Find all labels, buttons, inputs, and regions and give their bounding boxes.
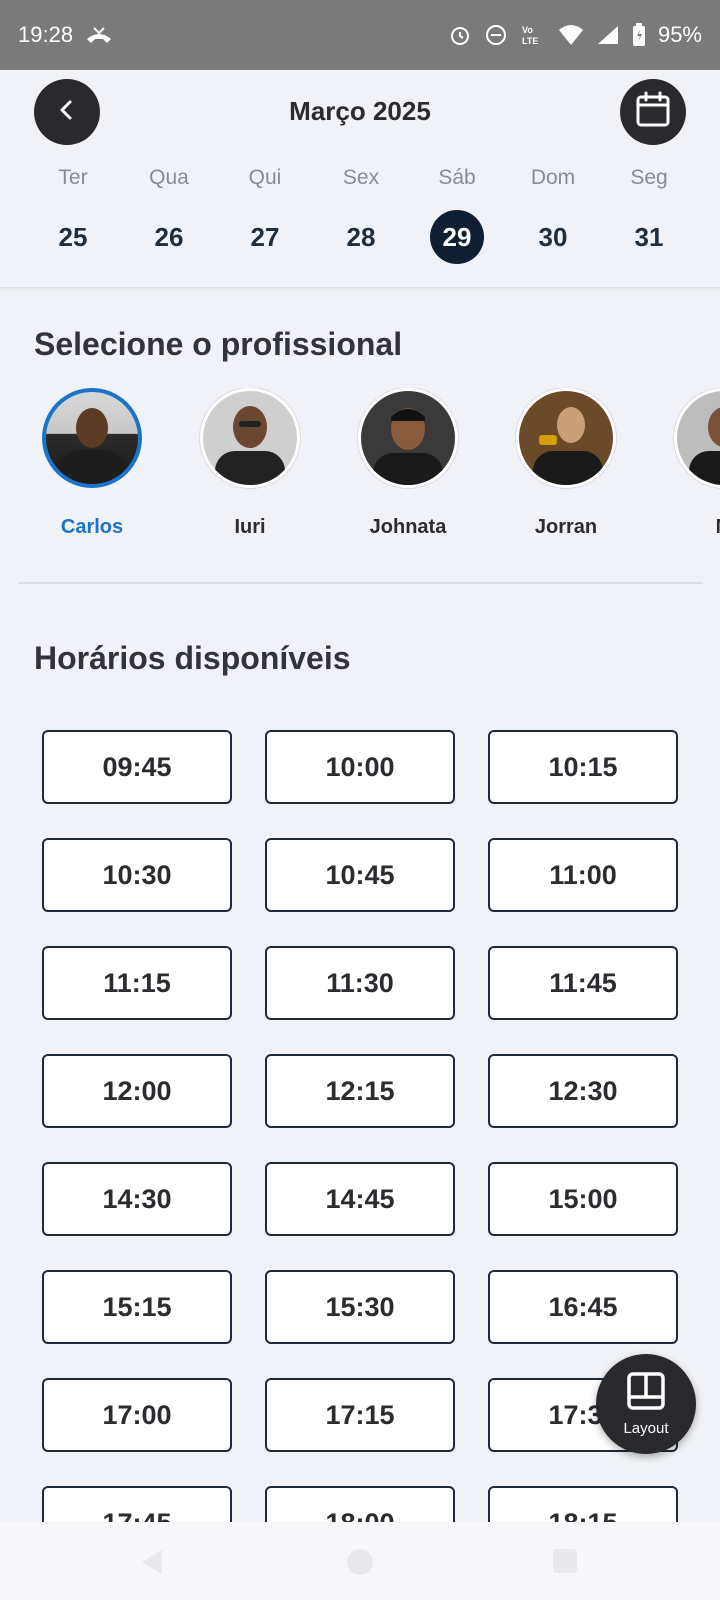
system-nav-bar: [0, 1522, 720, 1600]
month-title: Março 2025: [289, 96, 431, 126]
day-name: Ter: [58, 166, 88, 189]
day-name: Sex: [342, 166, 380, 189]
time-slots-grid: 09:45 10:00 10:15 10:30 10:45 11:00 11:1…: [42, 730, 682, 1522]
time-slot-button[interactable]: 15:15: [42, 1270, 232, 1344]
times-title: Horários disponíveis: [34, 640, 351, 676]
day-number: 31: [634, 221, 664, 252]
day-mon-31[interactable]: Seg 31: [609, 166, 689, 264]
day-name: Dom: [530, 166, 576, 189]
avatar: [358, 388, 458, 488]
day-sat-29[interactable]: Sáb 29: [417, 166, 497, 264]
time-slot-button[interactable]: 10:45: [265, 838, 455, 912]
day-name: Seg: [630, 166, 668, 189]
day-number: 26: [154, 221, 184, 252]
avatar: [516, 388, 616, 488]
professional-name: Carlos: [60, 516, 124, 538]
day-number: 25: [58, 221, 88, 252]
status-time: 19:28: [18, 22, 74, 47]
time-slot-button[interactable]: 17:45: [42, 1486, 232, 1522]
day-wed-26[interactable]: Qua 26: [129, 166, 209, 264]
professional-name: Jorran: [534, 516, 598, 538]
time-slot-button[interactable]: 17:15: [265, 1378, 455, 1452]
day-number: 29: [430, 210, 484, 264]
missed-call-icon: [85, 25, 113, 45]
time-slot-button[interactable]: 11:45: [488, 946, 678, 1020]
alarm-icon: [448, 23, 472, 47]
time-slot-button[interactable]: 17:00: [42, 1378, 232, 1452]
time-slot-button[interactable]: 12:30: [488, 1054, 678, 1128]
avatar: [42, 388, 142, 488]
avatar: [200, 388, 300, 488]
time-slot-button[interactable]: 15:30: [265, 1270, 455, 1344]
time-slot-button[interactable]: 10:30: [42, 838, 232, 912]
day-tue-25[interactable]: Ter 25: [33, 166, 113, 264]
time-slot-button[interactable]: 18:15: [488, 1486, 678, 1522]
time-slot-button[interactable]: 12:00: [42, 1054, 232, 1128]
volte-icon: Vo LTE: [520, 23, 546, 47]
layout-icon: [626, 1371, 666, 1416]
dnd-icon: [484, 23, 508, 47]
nav-back-icon[interactable]: [138, 1548, 166, 1581]
day-fri-28[interactable]: Sex 28: [321, 166, 401, 264]
calendar-button[interactable]: [620, 79, 686, 145]
avatar: [674, 388, 720, 488]
day-selector: Ter 25 Qua 26 Qui 27 Sex 28 Sáb 29 Dom 3…: [0, 166, 720, 276]
time-slot-button[interactable]: 14:30: [42, 1162, 232, 1236]
day-name: Sáb: [438, 166, 476, 189]
time-slot-button[interactable]: 09:45: [42, 730, 232, 804]
time-slot-button[interactable]: 10:15: [488, 730, 678, 804]
day-number: 28: [346, 221, 376, 252]
signal-icon: [596, 24, 620, 46]
time-slot-button[interactable]: 11:00: [488, 838, 678, 912]
svg-text:Vo: Vo: [522, 25, 533, 35]
layout-fab-button[interactable]: Layout: [596, 1354, 696, 1454]
nav-home-icon[interactable]: [346, 1548, 374, 1581]
time-slot-button[interactable]: 11:15: [42, 946, 232, 1020]
day-number: 27: [250, 221, 280, 252]
date-header: Março 2025 Ter 25 Qua 26 Qui 27 Sex 28 S…: [0, 70, 720, 288]
day-name: Qui: [248, 166, 282, 189]
day-name: Qua: [149, 166, 189, 189]
status-bar: 19:28 Vo LTE 95%: [0, 0, 720, 70]
professional-jorran[interactable]: Jorran: [496, 388, 636, 539]
section-divider: [18, 582, 703, 584]
professionals-list: Carlos Iuri Johnata Jorran M: [0, 388, 720, 548]
time-slot-button[interactable]: 12:15: [265, 1054, 455, 1128]
professionals-title: Selecione o profissional: [34, 326, 403, 362]
wifi-icon: [558, 24, 584, 46]
battery-percent: 95%: [657, 22, 702, 47]
time-slot-button[interactable]: 14:45: [265, 1162, 455, 1236]
time-slot-button[interactable]: 10:00: [265, 730, 455, 804]
professional-m[interactable]: M: [654, 388, 720, 539]
nav-recents-icon[interactable]: [552, 1548, 578, 1579]
professional-name: Johnata: [369, 516, 447, 538]
day-number: 30: [538, 221, 568, 252]
calendar-icon: [634, 91, 672, 134]
battery-icon: [632, 23, 646, 47]
time-slot-button[interactable]: 15:00: [488, 1162, 678, 1236]
professional-name: Iuri: [234, 516, 266, 538]
time-slot-button[interactable]: 18:00: [265, 1486, 455, 1522]
professional-carlos[interactable]: Carlos: [22, 388, 162, 539]
professional-iuri[interactable]: Iuri: [180, 388, 320, 539]
fab-label: Layout: [623, 1420, 669, 1437]
professional-johnata[interactable]: Johnata: [338, 388, 478, 539]
day-thu-27[interactable]: Qui 27: [225, 166, 305, 264]
day-sun-30[interactable]: Dom 30: [513, 166, 593, 264]
svg-text:LTE: LTE: [522, 36, 538, 46]
time-slot-button[interactable]: 16:45: [488, 1270, 678, 1344]
time-slot-button[interactable]: 11:30: [265, 946, 455, 1020]
professional-name: M: [654, 516, 720, 539]
